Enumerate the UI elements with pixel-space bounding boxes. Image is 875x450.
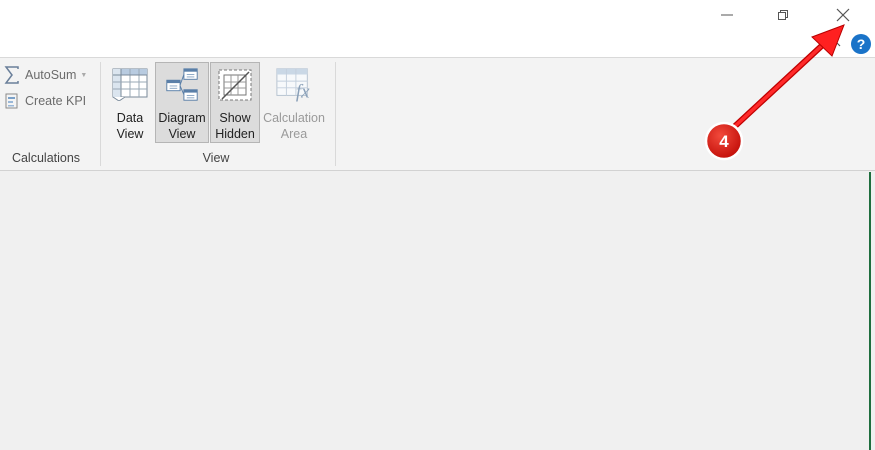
collapse-ribbon-button[interactable] [826, 36, 844, 50]
title-bar: ? [0, 0, 875, 58]
svg-text:fx: fx [296, 81, 310, 102]
restore-icon [778, 10, 788, 20]
diagram-view-icon [163, 66, 201, 103]
help-button[interactable]: ? [851, 34, 871, 54]
diagram-canvas[interactable] [0, 172, 873, 450]
restore-button[interactable] [760, 0, 806, 30]
autosum-button[interactable]: AutoSum ▼ [3, 64, 87, 86]
close-icon [836, 8, 850, 22]
minimize-icon [721, 14, 733, 16]
diagram-view-label: Diagram View [158, 111, 206, 141]
calculation-area-icon: fx [275, 65, 313, 103]
autosum-label: AutoSum [25, 68, 77, 82]
sigma-icon [3, 66, 21, 84]
calculations-group-label: Calculations [11, 151, 81, 165]
create-kpi-label: Create KPI [25, 94, 87, 108]
minimize-button[interactable] [704, 0, 750, 30]
show-hidden-label: Show Hidden [215, 111, 255, 141]
create-kpi-button[interactable]: Create KPI [3, 90, 86, 112]
show-hidden-icon [216, 66, 254, 103]
data-view-button[interactable]: Data View [106, 62, 154, 143]
calculation-area-button[interactable]: fx Calculation Area [262, 62, 326, 143]
diagram-view-button[interactable]: Diagram View [155, 62, 209, 143]
ribbon: AutoSum ▼ Create KPI Calculations Data V… [0, 58, 875, 171]
data-view-icon [111, 65, 149, 103]
power-pivot-window: ? AutoSum ▼ Create KPI Calculations Data… [0, 0, 875, 450]
view-group-label: View [202, 151, 230, 165]
show-hidden-button[interactable]: Show Hidden [210, 62, 260, 143]
group-divider [100, 62, 101, 166]
data-view-label: Data View [116, 111, 144, 141]
chevron-up-icon [829, 40, 841, 47]
calculation-area-label: Calculation Area [263, 111, 325, 141]
close-button[interactable] [820, 0, 866, 30]
group-divider [335, 62, 336, 166]
help-icon: ? [856, 36, 866, 52]
canvas-right-border [869, 172, 871, 450]
kpi-icon [3, 92, 21, 110]
chevron-down-icon: ▼ [80, 71, 88, 79]
